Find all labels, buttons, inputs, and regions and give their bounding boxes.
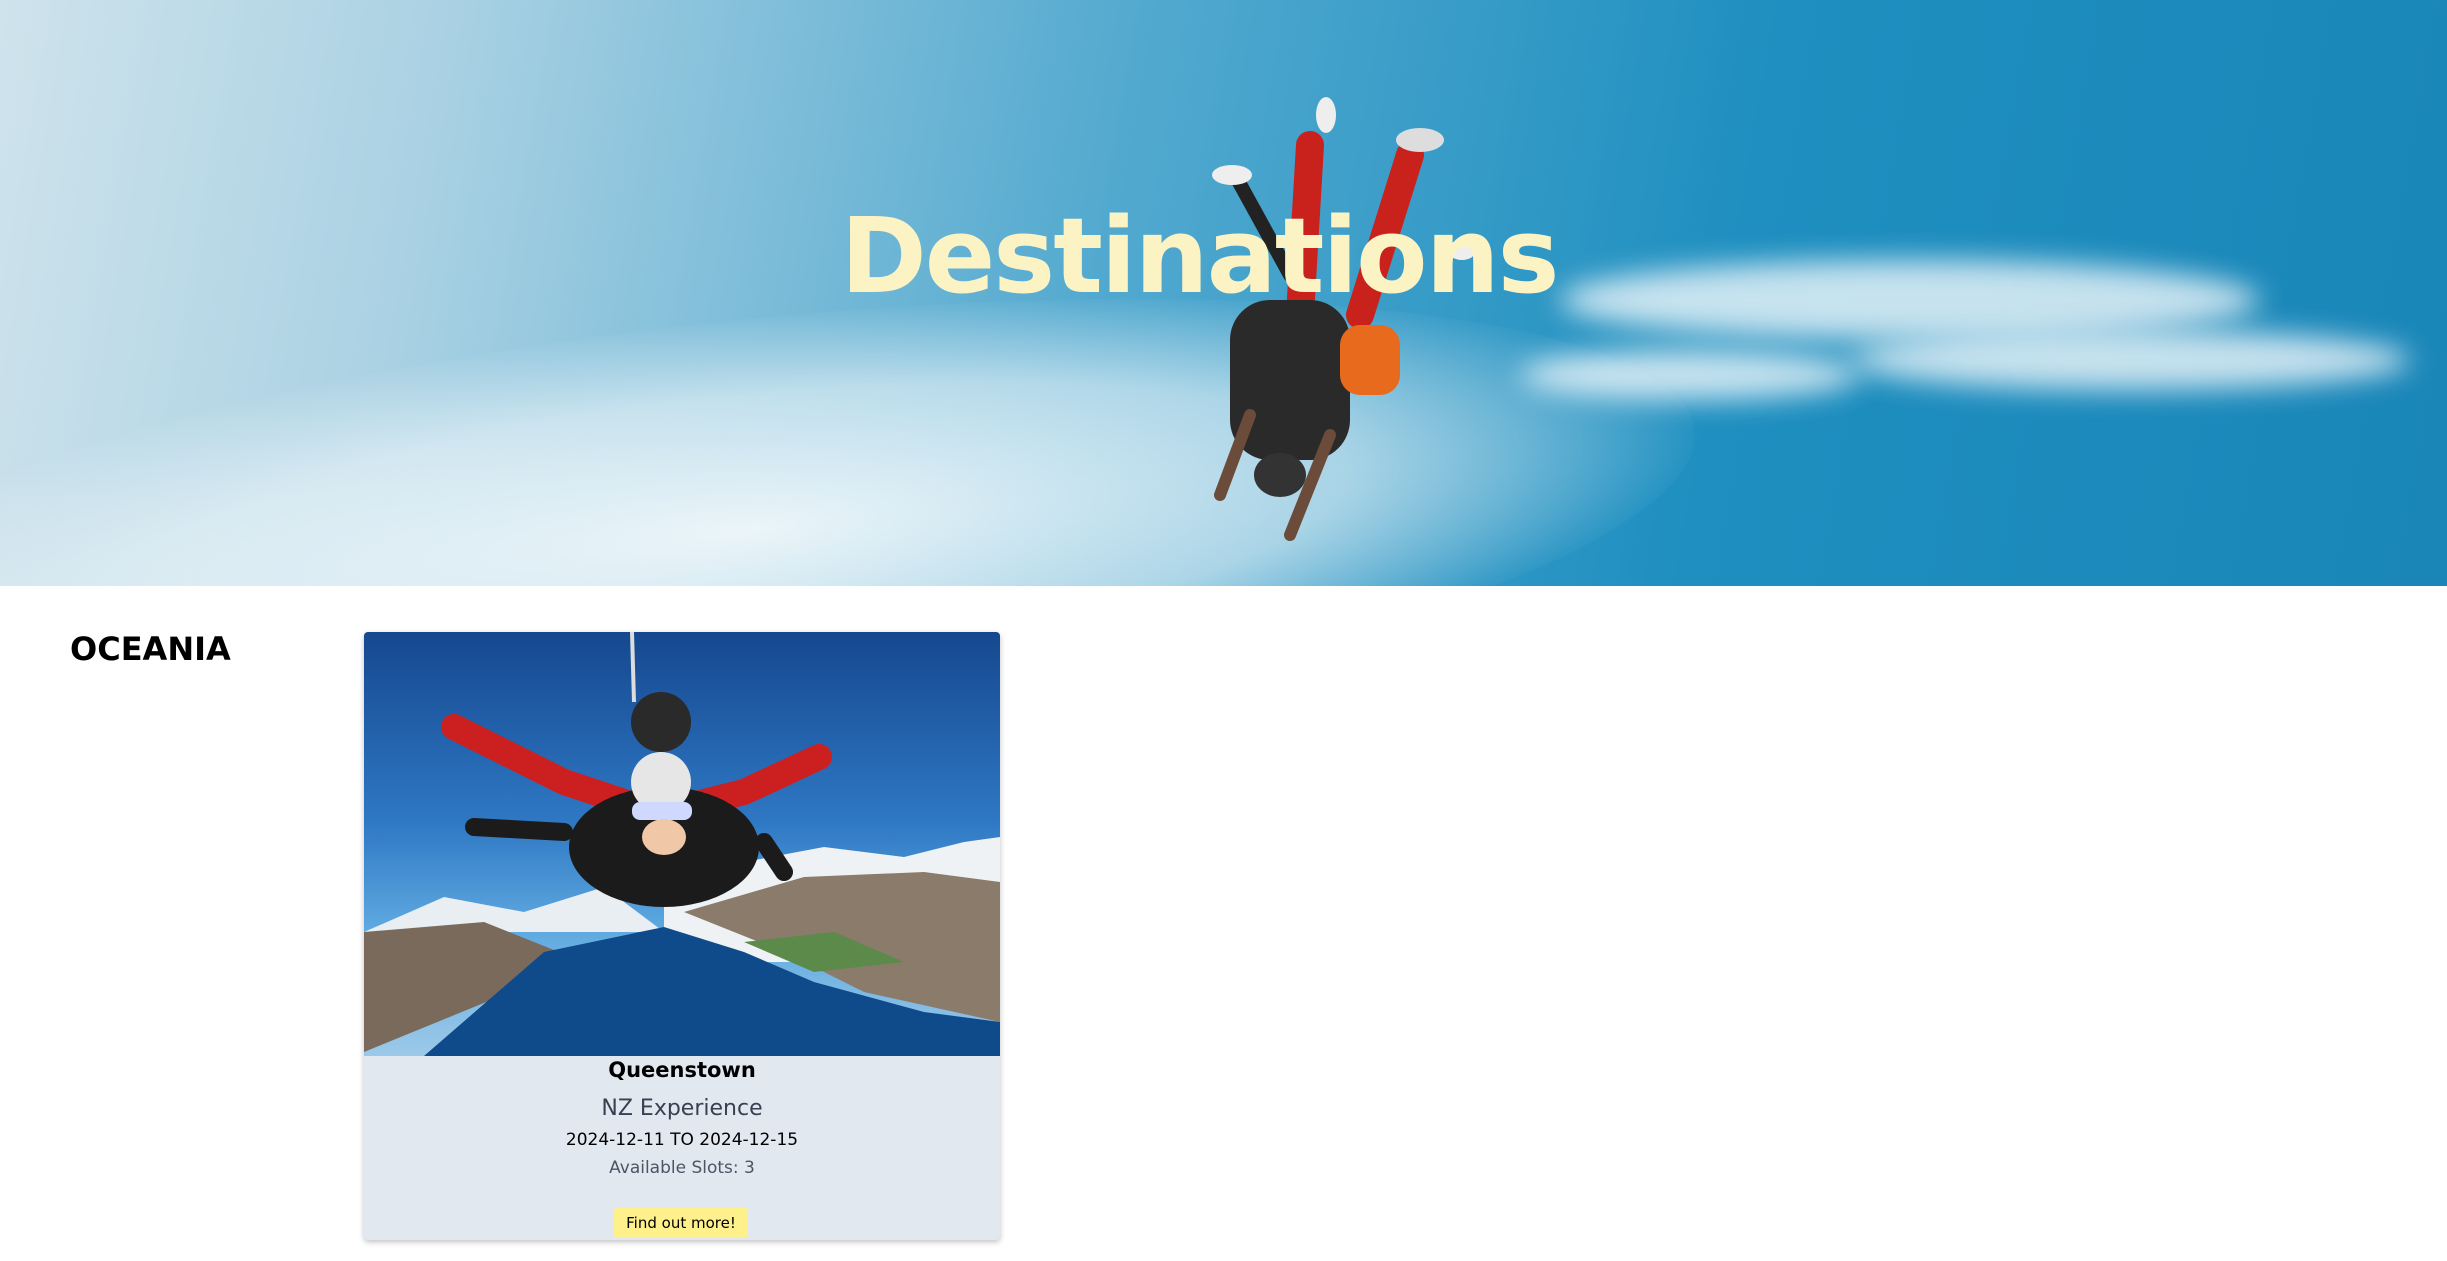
hero-banner: Destinations <box>0 0 2447 586</box>
region-heading: OCEANIA <box>70 630 231 668</box>
page-title: Destinations <box>840 195 1559 317</box>
destination-title: Queenstown <box>608 1058 756 1082</box>
destination-image <box>364 632 1000 1056</box>
skydiver-figure <box>1212 97 1476 541</box>
hero-cloud <box>1520 350 1860 400</box>
destination-subtitle: NZ Experience <box>601 1096 763 1121</box>
find-out-more-button[interactable]: Find out more! <box>614 1208 748 1238</box>
destination-card: Queenstown NZ Experience 2024-12-11 TO 2… <box>364 632 1000 1240</box>
hero-cloud <box>1850 330 2410 390</box>
available-slots: Available Slots: 3 <box>609 1158 755 1178</box>
destination-dates: 2024-12-11 TO 2024-12-15 <box>565 1130 799 1150</box>
